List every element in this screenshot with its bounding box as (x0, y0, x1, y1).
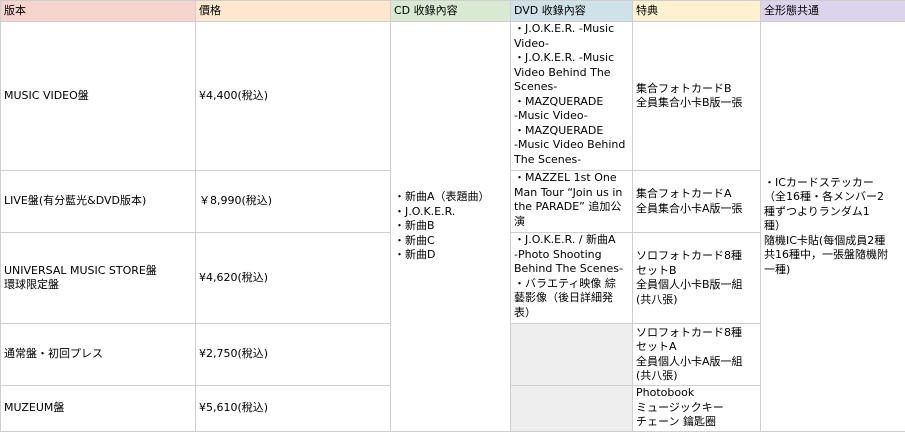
header-bonus: 特典 (632, 0, 761, 22)
common-line: 種ずつよりランダム1 (764, 204, 870, 218)
dvd-line: -Music Video Behind (514, 138, 626, 151)
header-price: 價格 (195, 0, 391, 22)
bonus-cell: 集合フォトカードB 全員集合小卡B版一張 (632, 21, 761, 171)
bonus-line: 全員集合小卡B版一張 (636, 96, 743, 109)
dvd-line: the PARADE” 追加公 (514, 200, 622, 213)
header-dvd: DVD 收錄內容 (510, 0, 633, 22)
cd-track: ・新曲A（表題曲） (394, 190, 490, 204)
bonus-line: (共八張) (636, 369, 678, 382)
header-cd: CD 收錄內容 (390, 0, 511, 22)
dvd-line: 藝影像（後日詳細発 (514, 291, 613, 304)
bonus-cell: 集合フォトカードA 全員集合小卡A版一張 (632, 170, 761, 233)
dvd-line: Video- (514, 36, 549, 50)
cd-track: ・新曲B (394, 219, 435, 233)
edition-table: 版本 價格 CD 收錄內容 DVD 收錄內容 特典 全形態共通 MUSIC VI… (0, 0, 905, 432)
dvd-line: Behind The Scenes- (514, 262, 623, 275)
dvd-line: ・J.O.K.E.R. / 新曲A (514, 233, 616, 247)
edition-cell: UNIVERSAL MUSIC STORE盤 環球限定盤 (0, 232, 196, 324)
common-line: 共16種中，一張盤隨機附 (764, 248, 888, 262)
edition-cell: 通常盤・初回プレス (0, 323, 196, 386)
bonus-line: セットB (636, 263, 677, 277)
bonus-line: ミュージックキー (636, 400, 724, 414)
dvd-line: 演 (514, 214, 525, 228)
dvd-content-cell (510, 385, 633, 432)
bonus-cell: Photobook ミュージックキー チェーン 鑰匙圈 (632, 385, 761, 432)
bonus-line: ソロフォトカード8種 (636, 249, 742, 262)
bonus-cell: ソロフォトカード8種 セットA 全員個人小卡A版一組 (共八張) (632, 323, 761, 386)
cd-track: ・J.O.K.E.R. (394, 204, 456, 218)
edition-line: UNIVERSAL MUSIC STORE盤 (4, 263, 157, 277)
common-line: 隨機IC卡貼(每個成員2種 (764, 233, 886, 247)
price-cell: ¥4,400(稅込) (195, 21, 391, 171)
dvd-content-cell: ・J.O.K.E.R. / 新曲A -Photo Shooting Behind… (510, 232, 633, 324)
common-line: （全16種・各メンバー2 (764, 190, 884, 204)
common-line: 種） (764, 219, 786, 233)
bonus-line: チェーン 鑰匙圈 (636, 415, 716, 428)
cd-track: ・新曲C (394, 233, 435, 247)
bonus-line: 全員個人小卡A版一組 (636, 354, 743, 368)
dvd-line: The Scenes- (514, 152, 582, 166)
table-row: MUSIC VIDEO盤 ¥4,400(稅込) ・新曲A（表題曲） ・J.O.K… (0, 21, 905, 432)
cd-content-cell: ・新曲A（表題曲） ・J.O.K.E.R. ・新曲B ・新曲C ・新曲D (390, 21, 511, 432)
header-row: 版本 價格 CD 收錄內容 DVD 收錄內容 特典 全形態共通 (0, 0, 905, 22)
dvd-line: -Music Video- (514, 109, 588, 122)
bonus-line: 集合フォトカードB (636, 81, 732, 95)
dvd-line: Man Tour “Join us in (514, 185, 623, 199)
edition-cell: MUSIC VIDEO盤 (0, 21, 196, 171)
cd-track: ・新曲D (394, 248, 436, 262)
dvd-line: 表） (514, 305, 536, 319)
common-line: ・ICカードステッカー (764, 175, 874, 189)
bonus-cell: ソロフォトカード8種 セットB 全員個人小卡B版一組 (共八張) (632, 232, 761, 324)
edition-cell: LIVE盤(有分藍光&DVD版本) (0, 170, 196, 233)
dvd-line: Video Behind The (514, 65, 611, 79)
bonus-line: ソロフォトカード8種 (636, 325, 742, 339)
price-cell: ¥2,750(稅込) (195, 323, 391, 386)
dvd-line: -Photo Shooting (514, 247, 602, 261)
dvd-line: ・MAZQUERADE (514, 94, 604, 108)
header-edition: 版本 (0, 0, 196, 22)
common-cell: ・ICカードステッカー （全16種・各メンバー2 種ずつよりランダム1 種） 隨… (760, 21, 905, 432)
bonus-line: (共八張) (636, 292, 678, 306)
dvd-line: Scenes- (514, 80, 558, 93)
bonus-line: 集合フォトカードA (636, 187, 732, 200)
header-common: 全形態共通 (760, 0, 905, 22)
dvd-content-cell: ・MAZZEL 1st One Man Tour “Join us in the… (510, 170, 633, 233)
price-cell: ¥4,620(稅込) (195, 232, 391, 324)
common-line: 一種) (764, 262, 791, 276)
bonus-line: Photobook (636, 386, 695, 400)
dvd-line: ・J.O.K.E.R. -Music (514, 22, 615, 36)
price-cell: ¥5,610(稅込) (195, 385, 391, 432)
bonus-line: 全員個人小卡B版一組 (636, 278, 743, 291)
bonus-line: 全員集合小卡A版一張 (636, 201, 743, 215)
price-cell: ￥8,990(稅込) (195, 170, 391, 233)
dvd-line: ・J.O.K.E.R. -Music (514, 51, 615, 64)
dvd-line: ・MAZZEL 1st One (514, 171, 617, 185)
bonus-line: セットA (636, 340, 677, 353)
dvd-line: ・MAZQUERADE (514, 123, 604, 137)
dvd-content-cell: ・J.O.K.E.R. -Music Video- ・J.O.K.E.R. -M… (510, 21, 633, 171)
dvd-line: ・バラエティ映像 綜 (514, 276, 616, 290)
edition-line: 環球限定盤 (4, 278, 59, 291)
dvd-content-cell (510, 323, 633, 386)
edition-cell: MUZEUM盤 (0, 385, 196, 432)
